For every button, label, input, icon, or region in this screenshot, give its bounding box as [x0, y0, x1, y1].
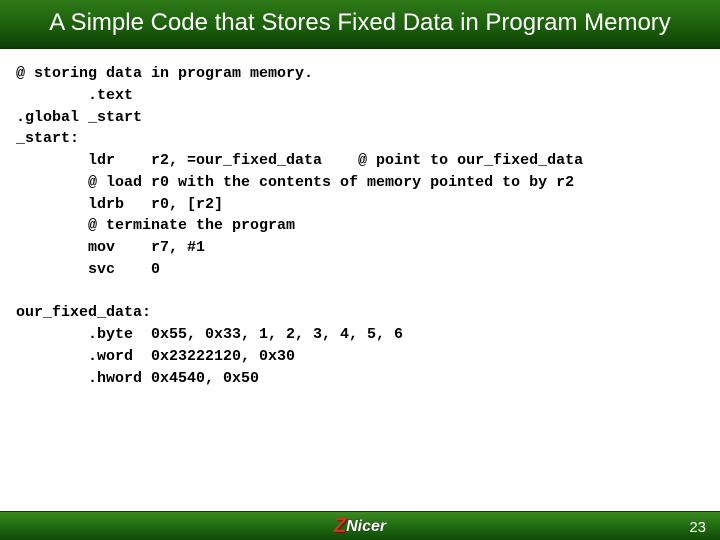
code-listing: @ storing data in program memory. .text …	[0, 49, 720, 389]
logo-nicer: Nicer	[346, 518, 386, 535]
footer-bar: ZNicer 23	[0, 511, 720, 540]
logo-z: Z	[334, 515, 346, 537]
logo: ZNicer	[334, 515, 386, 538]
page-number: 23	[689, 519, 706, 536]
slide-title: A Simple Code that Stores Fixed Data in …	[0, 0, 720, 49]
